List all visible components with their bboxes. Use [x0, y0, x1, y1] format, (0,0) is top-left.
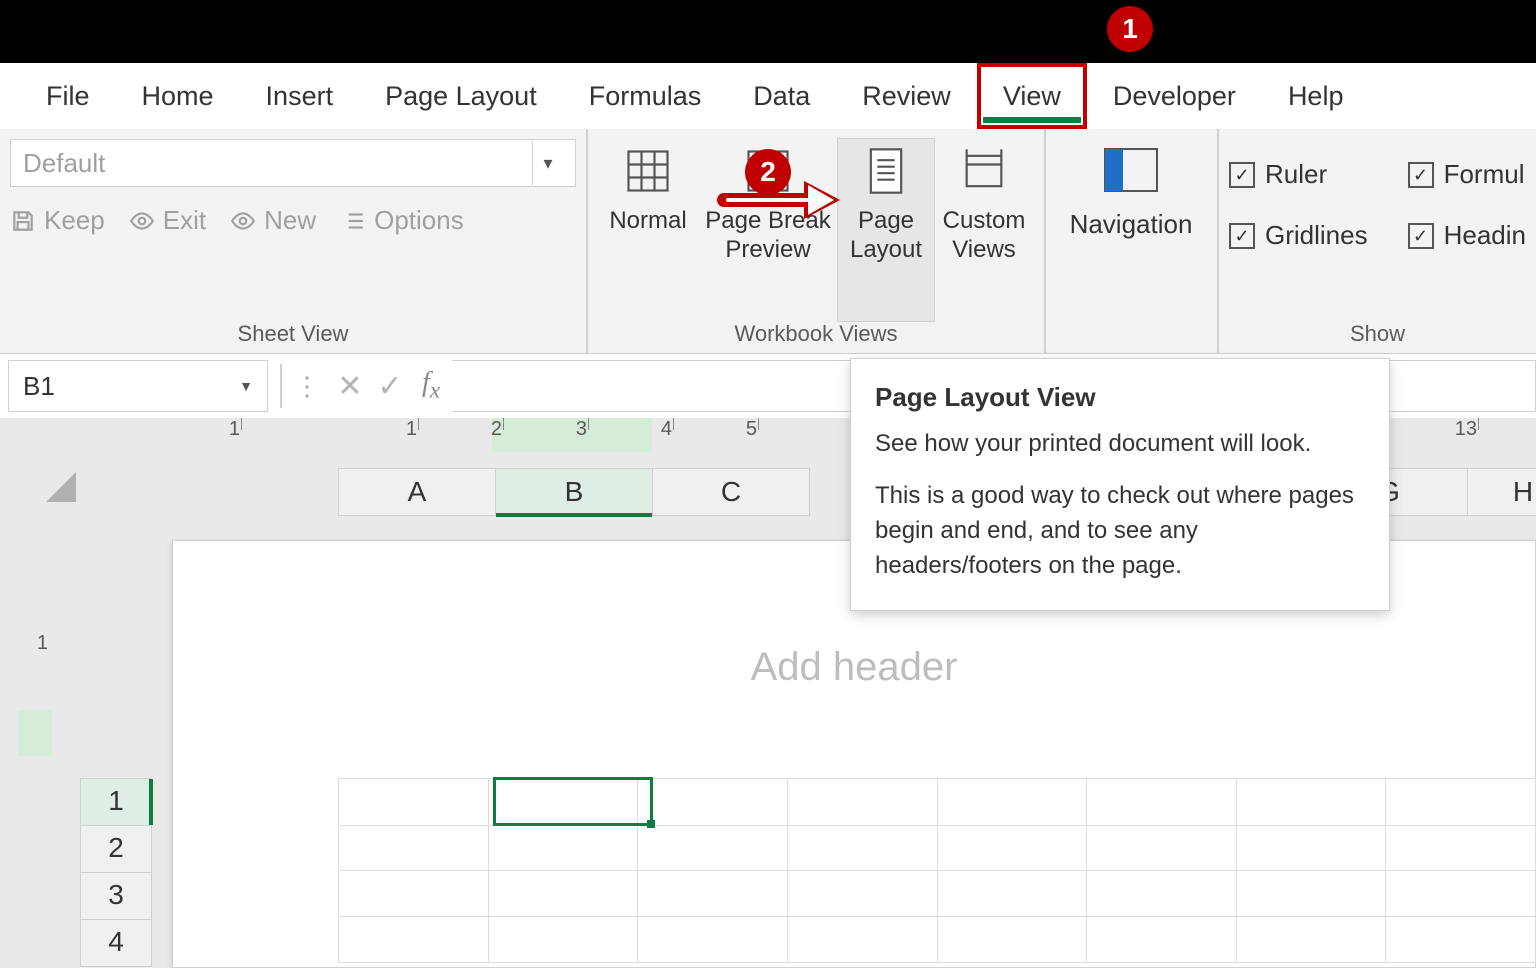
ruler-tick: 1	[397, 418, 417, 452]
ruler-label: Ruler	[1265, 159, 1327, 190]
gridlines-label: Gridlines	[1265, 220, 1368, 251]
tab-page-layout[interactable]: Page Layout	[359, 63, 563, 129]
ruler-tick: 2	[482, 418, 502, 452]
new-button[interactable]: New	[230, 205, 316, 236]
exit-label: Exit	[163, 205, 206, 236]
group-sheet-view: Default ▾ Keep Exit New Options Sheet Vi…	[0, 129, 588, 353]
tab-file[interactable]: File	[20, 63, 116, 129]
save-icon	[10, 208, 36, 234]
exit-button[interactable]: Exit	[129, 205, 206, 236]
tab-data[interactable]: Data	[727, 63, 836, 129]
formula-bar-checkbox[interactable]: ✓ Formul	[1408, 159, 1526, 190]
ruler-checkbox[interactable]: ✓ Ruler	[1229, 159, 1368, 190]
sheet-view-dropdown[interactable]: Default ▾	[10, 139, 576, 187]
tooltip-title: Page Layout View	[875, 379, 1365, 417]
page-layout-label-2: Layout	[850, 236, 922, 265]
chevron-down-icon: ▾	[532, 141, 563, 185]
tooltip-line-1: See how your printed document will look.	[875, 427, 1365, 462]
normal-view-button[interactable]: Normal	[598, 139, 698, 321]
navigation-label: Navigation	[1070, 209, 1193, 240]
ribbon-tabs: File Home Insert Page Layout Formulas Da…	[0, 63, 1536, 129]
options-label: Options	[374, 205, 464, 236]
check-icon: ✓	[1229, 162, 1255, 188]
column-headers: A B C	[338, 468, 810, 516]
tab-review[interactable]: Review	[836, 63, 977, 129]
tab-view[interactable]: View	[977, 63, 1087, 129]
check-icon: ✓	[1408, 223, 1434, 249]
new-label: New	[264, 205, 316, 236]
tab-home[interactable]: Home	[116, 63, 240, 129]
separator	[280, 364, 282, 408]
group-label-show: Show	[1219, 321, 1536, 347]
active-cell[interactable]	[493, 777, 653, 826]
group-label-sheet-view: Sheet View	[0, 321, 586, 347]
fx-icon[interactable]: fx	[422, 367, 440, 405]
custom-views-button[interactable]: Custom Views	[934, 139, 1034, 321]
keep-label: Keep	[44, 205, 105, 236]
row-headers: 1 2 3 4	[80, 778, 150, 967]
row-header-2[interactable]: 2	[80, 826, 152, 873]
callout-2: 2	[745, 149, 791, 195]
navigation-pane-icon	[1101, 145, 1161, 195]
ribbon: Default ▾ Keep Exit New Options Sheet Vi…	[0, 129, 1536, 354]
custom-views-label-2: Views	[952, 236, 1016, 265]
titlebar	[0, 0, 1536, 63]
tab-formulas[interactable]: Formulas	[563, 63, 728, 129]
gridlines-checkbox[interactable]: ✓ Gridlines	[1229, 220, 1368, 251]
navigation-button[interactable]: Navigation	[1056, 139, 1206, 240]
group-workbook-views: Normal Page Break Preview Page Layout	[588, 129, 1046, 353]
check-icon: ✓	[1408, 162, 1434, 188]
tab-developer[interactable]: Developer	[1087, 63, 1262, 129]
select-all-triangle[interactable]	[46, 472, 76, 502]
eye-exit-icon	[129, 208, 155, 234]
page-layout-icon	[860, 145, 912, 197]
group-navigation: Navigation	[1046, 129, 1219, 353]
column-header-h[interactable]: H	[1468, 468, 1536, 516]
headings-label: Headin	[1444, 220, 1526, 251]
keep-button[interactable]: Keep	[10, 205, 105, 236]
row-header-3[interactable]: 3	[80, 873, 152, 920]
enter-icon[interactable]: ✓	[370, 369, 410, 404]
tab-help[interactable]: Help	[1262, 63, 1370, 129]
column-header-b[interactable]: B	[496, 468, 653, 516]
row-header-4[interactable]: 4	[80, 920, 152, 967]
column-header-a[interactable]: A	[338, 468, 496, 516]
group-show: ✓ Ruler ✓ Formul ✓ Gridlines ✓ Headin Sh…	[1219, 129, 1536, 353]
ruler-tick: 4	[652, 418, 672, 452]
ruler-tick: 3	[567, 418, 587, 452]
row-header-1[interactable]: 1	[80, 778, 152, 826]
headings-checkbox[interactable]: ✓ Headin	[1408, 220, 1526, 251]
chevron-down-icon: ▼	[239, 378, 253, 394]
vertical-ruler[interactable]: 1	[18, 540, 52, 968]
list-icon	[340, 208, 366, 234]
cancel-icon[interactable]: ✕	[330, 369, 370, 404]
column-header-c[interactable]: C	[653, 468, 810, 516]
ruler-tick: 13	[1447, 418, 1477, 452]
eye-new-icon	[230, 208, 256, 234]
page-layout-tooltip: Page Layout View See how your printed do…	[850, 358, 1390, 611]
ruler-tick: 5	[737, 418, 757, 452]
add-header-placeholder[interactable]: Add header	[173, 645, 1535, 690]
normal-view-label: Normal	[609, 207, 686, 236]
page-layout-label-1: Page	[858, 207, 914, 236]
ruler-tick: 1	[220, 418, 240, 452]
custom-views-icon	[958, 145, 1010, 197]
ruler-tick: 1	[18, 632, 52, 655]
page-break-label-2: Preview	[725, 236, 810, 265]
tab-insert[interactable]: Insert	[240, 63, 360, 129]
cell-grid[interactable]	[338, 778, 1536, 968]
normal-view-icon	[622, 145, 674, 197]
check-icon: ✓	[1229, 223, 1255, 249]
options-button[interactable]: Options	[340, 205, 464, 236]
formula-bar-label: Formul	[1444, 159, 1525, 190]
tooltip-line-2: This is a good way to check out where pa…	[875, 479, 1365, 583]
drag-handle-icon[interactable]: ⋮	[294, 371, 316, 402]
sheet-view-dropdown-value: Default	[23, 148, 105, 179]
group-label-workbook-views: Workbook Views	[588, 321, 1044, 347]
page-layout-view-button[interactable]: Page Layout	[838, 139, 934, 321]
custom-views-label-1: Custom	[943, 207, 1026, 236]
callout-1: 1	[1107, 6, 1153, 52]
name-box-value: B1	[23, 371, 55, 402]
name-box[interactable]: B1 ▼	[8, 360, 268, 412]
